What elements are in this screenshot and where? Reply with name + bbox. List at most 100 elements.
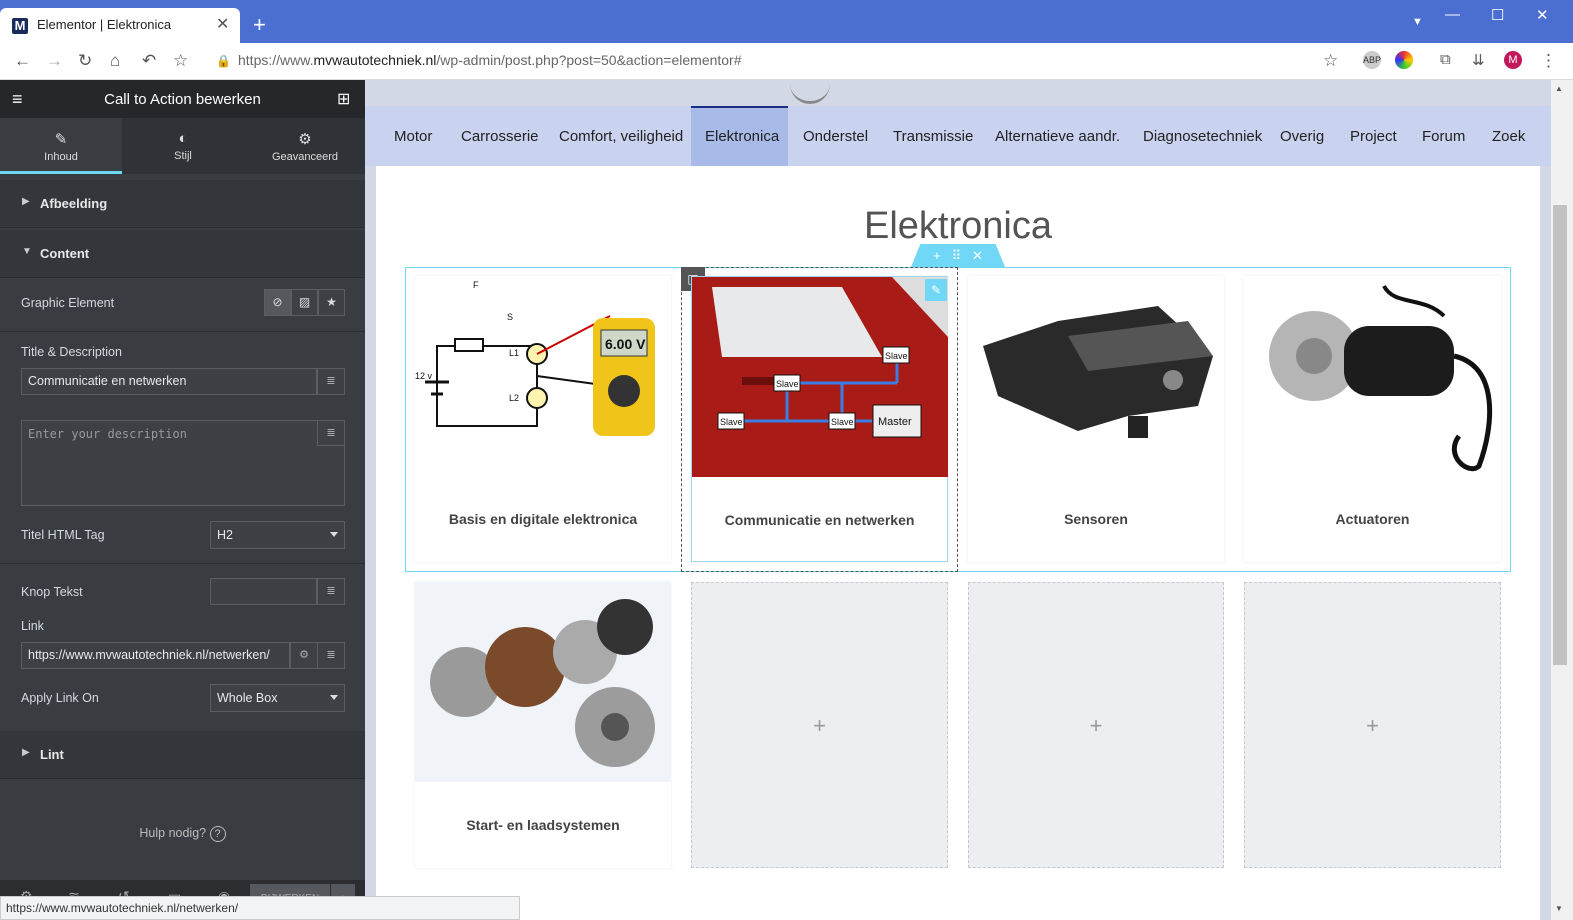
tab-geavanceerd[interactable]: ⚙ Geavanceerd <box>244 118 366 174</box>
tab-inhoud-label: Inhoud <box>44 151 78 163</box>
close-tab-icon[interactable]: ✕ <box>216 14 229 34</box>
cta-card-sensoren[interactable]: Sensoren <box>968 276 1224 562</box>
empty-column[interactable]: + <box>691 582 948 868</box>
card-caption: Communicatie en netwerken <box>724 512 915 528</box>
dynamic-tags-icon[interactable]: ≣ <box>317 642 345 669</box>
add-widget-plus-icon[interactable]: + <box>692 713 947 739</box>
dynamic-tags-icon[interactable]: ≣ <box>317 420 345 446</box>
title-input[interactable]: Communicatie en netwerken <box>21 368 317 395</box>
section-lint[interactable]: ▶ Lint <box>0 731 365 779</box>
color-extension-icon[interactable] <box>1395 51 1413 69</box>
back-icon[interactable]: ← <box>14 51 31 71</box>
menu-item-carrosserie[interactable]: Carrosserie <box>461 128 539 145</box>
new-tab-icon[interactable]: + <box>253 12 266 38</box>
label-slave-4: Slave <box>885 351 908 361</box>
empty-column[interactable]: + <box>968 582 1224 868</box>
menu-item-transmissie[interactable]: Transmissie <box>893 128 973 145</box>
menu-item-onderstel[interactable]: Onderstel <box>803 128 868 145</box>
add-widget-plus-icon[interactable]: + <box>969 713 1223 739</box>
minimize-icon[interactable]: — <box>1445 6 1460 23</box>
cta-card-communicatie[interactable]: Slave Slave Slave Slave Master ✎ Communi… <box>691 276 948 562</box>
html-tag-label: Titel HTML Tag <box>21 528 105 542</box>
url-path: /wp-admin/post.php?post=50&action=elemen… <box>436 52 742 68</box>
menu-item-elektronica[interactable]: Elektronica <box>705 128 779 145</box>
home-icon[interactable]: ⌂ <box>110 51 120 71</box>
dynamic-tags-icon[interactable]: ≣ <box>317 578 345 605</box>
cta-card-basis[interactable]: 6.00 V F S L1 L2 12 v Basis en digitale … <box>415 276 671 562</box>
menu-item-overig[interactable]: Overig <box>1280 128 1324 145</box>
cta-card-actuatoren[interactable]: Actuatoren <box>1244 276 1501 562</box>
edit-widget-pencil-icon[interactable]: ✎ <box>925 279 947 301</box>
divider <box>0 331 365 332</box>
dynamic-tags-icon[interactable]: ≣ <box>317 368 345 395</box>
section-content[interactable]: ▼ Content <box>0 230 365 278</box>
section-afbeelding[interactable]: ▶ Afbeelding <box>0 180 365 228</box>
link-input[interactable]: https://www.mvwautotechniek.nl/netwerken… <box>21 642 290 669</box>
bookmark-star-icon[interactable]: ☆ <box>173 51 188 71</box>
graphic-image-button[interactable]: ▨ <box>291 289 318 316</box>
car-door-network-image: Slave Slave Slave Slave Master <box>692 277 948 477</box>
button-text-label: Knop Tekst <box>21 585 83 599</box>
lock-icon[interactable]: 🔒 <box>216 54 231 68</box>
card-caption: Basis en digitale elektronica <box>448 511 638 527</box>
scroll-up-icon[interactable]: ▲ <box>1555 84 1563 93</box>
cta-card-start-laad[interactable]: Start- en laadsystemen <box>415 582 671 868</box>
button-text-input[interactable] <box>210 578 317 605</box>
link-label: Link <box>21 619 44 633</box>
bookmark-page-icon[interactable]: ☆ <box>1323 51 1338 71</box>
tab-search-icon[interactable]: ▼ <box>1412 16 1423 28</box>
close-window-icon[interactable]: ✕ <box>1536 6 1549 24</box>
html-tag-value: H2 <box>217 528 233 542</box>
chevron-down-icon <box>330 532 338 537</box>
download-arrows-icon[interactable]: ⇊ <box>1472 51 1485 69</box>
url-domain: mvwautotechniek.nl <box>313 52 437 68</box>
browser-menu-icon[interactable]: ⋮ <box>1540 51 1557 71</box>
tab-stijl[interactable]: ◐ Stijl <box>122 118 244 174</box>
menu-item-diagnosetechniek[interactable]: Diagnosetechniek <box>1143 128 1262 145</box>
panel-header: ≡ Call to Action bewerken ⊞ <box>0 80 365 118</box>
adblock-icon[interactable]: ABP <box>1363 51 1381 69</box>
undo-icon[interactable]: ↶ <box>142 51 156 71</box>
menu-item-forum[interactable]: Forum <box>1422 128 1465 145</box>
circuit-image: 6.00 V F S L1 L2 12 v <box>415 276 671 476</box>
tab-inhoud[interactable]: ✎ Inhoud <box>0 118 122 174</box>
html-tag-select[interactable]: H2 <box>210 521 345 549</box>
url-field[interactable]: https://www.mvwautotechniek.nl/wp-admin/… <box>238 52 742 68</box>
add-widget-plus-icon[interactable]: + <box>1245 713 1500 739</box>
apply-link-label: Apply Link On <box>21 691 99 705</box>
menu-item-motor[interactable]: Motor <box>394 128 432 145</box>
empty-column[interactable]: + <box>1244 582 1501 868</box>
section-content-label: Content <box>40 246 90 261</box>
description-textarea[interactable]: Enter your description <box>21 420 345 506</box>
scrollbar-thumb[interactable] <box>1553 205 1567 665</box>
apply-link-select[interactable]: Whole Box <box>210 684 345 712</box>
drag-section-icon[interactable]: ⠿ <box>952 248 962 263</box>
graphic-none-button[interactable]: ⊘ <box>264 289 291 316</box>
title-description-label: Title & Description <box>21 345 122 359</box>
reload-icon[interactable]: ↻ <box>78 51 92 71</box>
scroll-down-icon[interactable]: ▼ <box>1555 904 1563 913</box>
menu-item-comfort[interactable]: Comfort, veiligheid <box>559 128 683 145</box>
apply-link-value: Whole Box <box>217 691 278 705</box>
pencil-icon: ✎ <box>54 131 68 148</box>
site-favicon-icon: M <box>12 18 28 34</box>
label-slave-2: Slave <box>776 379 799 389</box>
widgets-grid-icon[interactable]: ⊞ <box>337 89 350 109</box>
add-section-icon[interactable]: + <box>933 248 941 263</box>
browser-tab[interactable]: M Elementor | Elektronica ✕ <box>0 8 240 43</box>
menu-item-alternatieve[interactable]: Alternatieve aandr. <box>995 128 1120 145</box>
section-handle[interactable]: + ⠿ ✕ <box>911 244 1005 267</box>
profile-avatar[interactable]: M <box>1504 51 1522 69</box>
link-options-gear-icon[interactable]: ⚙ <box>290 642 318 669</box>
caret-right-icon: ▶ <box>22 196 30 207</box>
maximize-icon[interactable]: ☐ <box>1491 6 1504 24</box>
meter-reading: 6.00 V <box>605 336 646 352</box>
crop-icon[interactable]: ⧉ <box>1440 51 1451 68</box>
graphic-icon-button[interactable]: ★ <box>318 289 345 316</box>
menu-item-project[interactable]: Project <box>1350 128 1397 145</box>
menu-item-zoek[interactable]: Zoek <box>1492 128 1525 145</box>
delete-section-icon[interactable]: ✕ <box>972 248 983 263</box>
help-link[interactable]: Hulp nodig? ? <box>0 826 365 842</box>
label-l1: L1 <box>509 348 519 358</box>
forward-icon[interactable]: → <box>46 51 63 71</box>
